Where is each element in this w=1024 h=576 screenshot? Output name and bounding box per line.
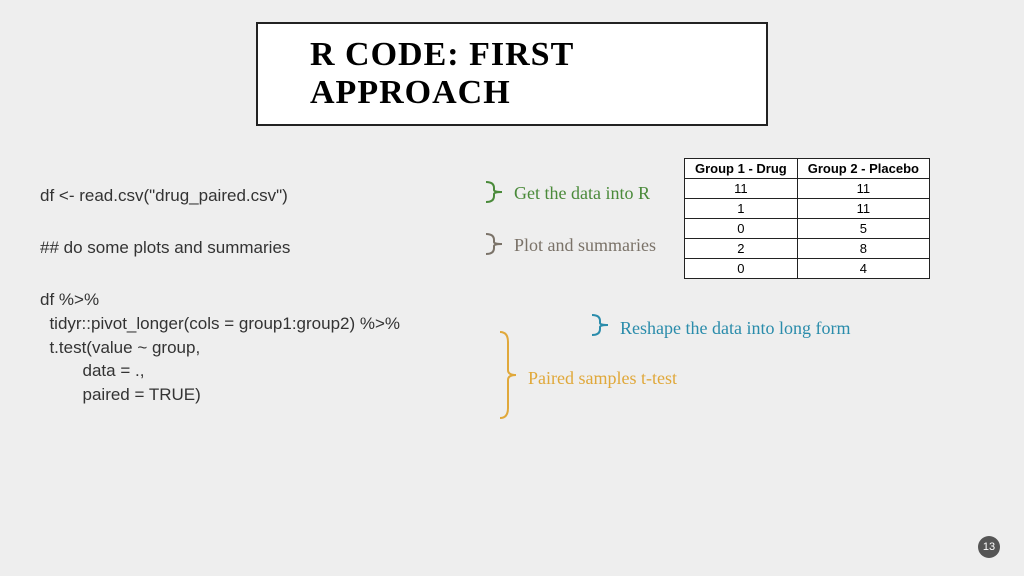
table-header-group1: Group 1 - Drug — [685, 159, 798, 179]
code-line-comment: ## do some plots and summaries — [40, 238, 290, 258]
code-block-pipe: df %>% tidyr::pivot_longer(cols = group1… — [40, 288, 400, 407]
table-row: 28 — [685, 239, 930, 259]
slide-title-box: R CODE: FIRST APPROACH — [256, 22, 768, 126]
bracket-teal-icon — [590, 313, 612, 337]
data-table: Group 1 - Drug Group 2 - Placebo 1111 11… — [684, 158, 930, 279]
slide-title: R CODE: FIRST APPROACH — [310, 36, 714, 112]
annotation-reshape: Reshape the data into long form — [620, 318, 850, 339]
table-row: 111 — [685, 199, 930, 219]
annotation-plots: Plot and summaries — [514, 235, 656, 256]
page-number: 13 — [978, 536, 1000, 558]
bracket-grey-icon — [484, 232, 506, 256]
table-row: 05 — [685, 219, 930, 239]
table-header-group2: Group 2 - Placebo — [797, 159, 929, 179]
annotation-ttest: Paired samples t-test — [528, 368, 677, 389]
annotation-get-data: Get the data into R — [514, 183, 650, 204]
table-row: 04 — [685, 259, 930, 279]
code-line-read-csv: df <- read.csv("drug_paired.csv") — [40, 186, 288, 206]
bracket-green-icon — [484, 180, 506, 204]
table-row: 1111 — [685, 179, 930, 199]
bracket-gold-icon — [498, 330, 520, 420]
